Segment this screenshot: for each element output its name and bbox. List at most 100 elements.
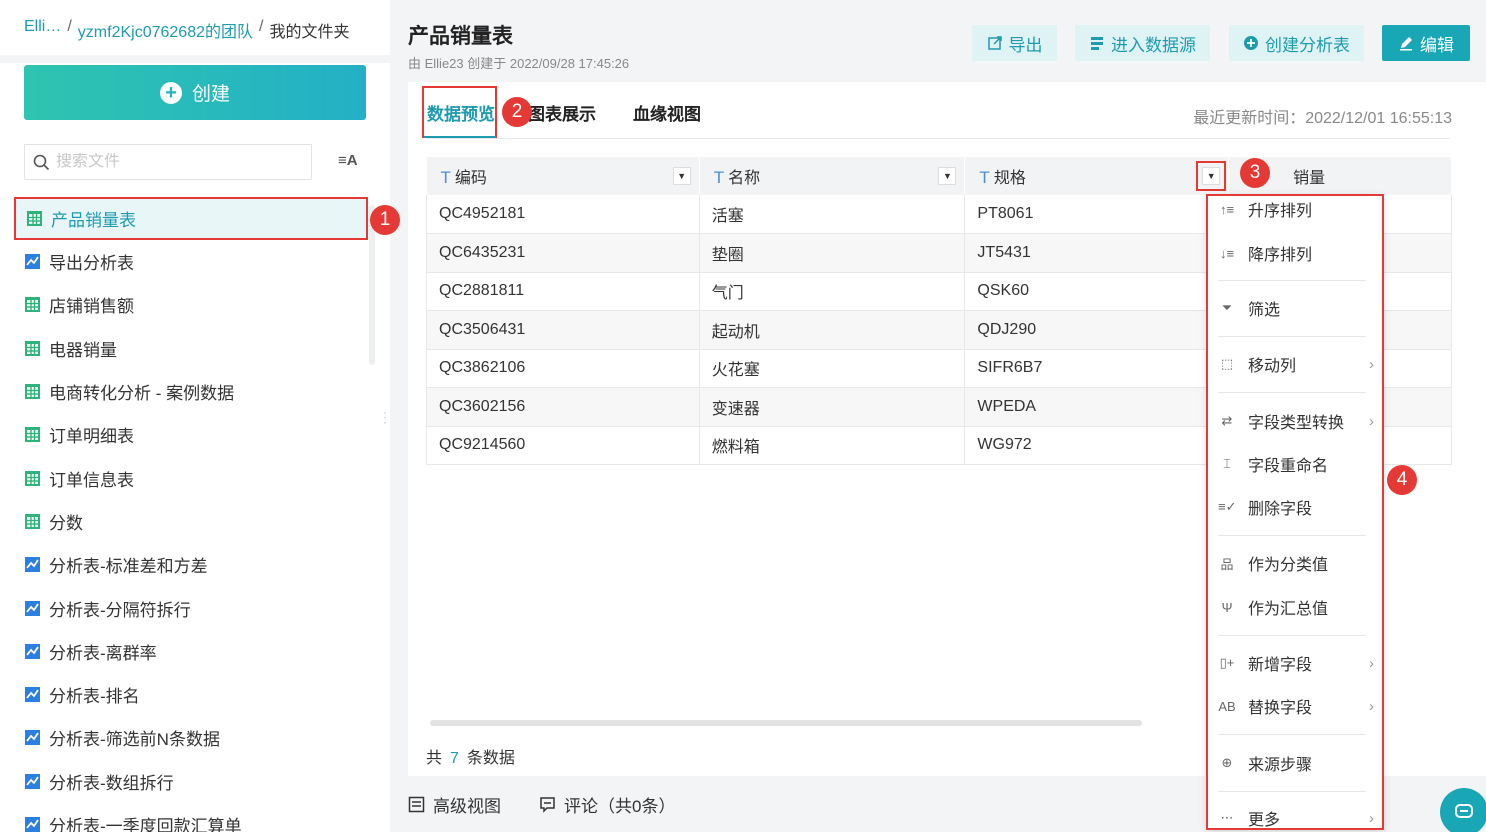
table-cell[interactable]: JT5431	[964, 233, 1230, 273]
column-header[interactable]: T 名称 ▼	[699, 157, 966, 195]
menu-item-more[interactable]: ⋯ 更多 ›	[1218, 803, 1378, 832]
table-cell[interactable]: QSK60	[964, 272, 1230, 311]
table-cell[interactable]: 变速器	[699, 387, 966, 427]
column-header[interactable]: T 规格 ▼	[964, 157, 1230, 195]
advanced-view-button[interactable]: 高级视图	[408, 792, 501, 817]
divider	[0, 55, 390, 63]
table-cell[interactable]: QC3862106	[426, 349, 700, 388]
file-item[interactable]: 分析表-数组拆行	[14, 760, 368, 803]
plus-icon: +	[159, 81, 182, 104]
table-cell[interactable]: QC3506431	[426, 310, 700, 350]
menu-item-label: 移动列	[1248, 358, 1297, 375]
export-button[interactable]: 导出	[972, 25, 1057, 61]
search-input[interactable]	[56, 153, 296, 171]
file-item[interactable]: 分数	[14, 500, 368, 543]
menu-item-sort-asc[interactable]: ↑≡ 升序排列	[1218, 194, 1378, 224]
file-item[interactable]: 分析表-排名	[14, 673, 368, 716]
column-dropdown-button[interactable]: ▼	[1196, 161, 1227, 191]
create-analysis-button[interactable]: 创建分析表	[1229, 25, 1364, 61]
sort-icon[interactable]: ≡A	[338, 152, 358, 169]
file-item[interactable]: 电商转化分析 - 案例数据	[14, 370, 368, 413]
file-item-label: 分析表-筛选前N条数据	[49, 730, 220, 750]
menu-item-delete-field[interactable]: ≡✓ 删除字段	[1218, 492, 1378, 522]
menu-item-as-category[interactable]: 品作为分类值	[1218, 548, 1378, 578]
table-cell[interactable]: PT8061	[964, 195, 1230, 234]
menu-divider	[1218, 635, 1366, 636]
menu-item-source-step[interactable]: ⊕ 来源步骤	[1218, 748, 1378, 778]
table-cell[interactable]: 起动机	[699, 310, 966, 350]
menu-item-label: 删除字段	[1248, 501, 1313, 518]
breadcrumb-root[interactable]: Elli…	[24, 18, 61, 42]
resize-handle-icon[interactable]: · · ·	[383, 406, 387, 428]
chart-icon	[24, 773, 41, 790]
menu-item-rename-field[interactable]: ⌶ 字段重命名	[1218, 449, 1378, 479]
table-cell[interactable]: WG972	[964, 426, 1230, 465]
table-cell[interactable]: QC6435231	[426, 233, 700, 273]
table-cell[interactable]: WPEDA	[964, 387, 1230, 427]
create-label: 创建	[191, 84, 230, 105]
file-item[interactable]: 产品销量表	[14, 197, 368, 240]
file-item[interactable]: 分析表-标准差和方差	[14, 543, 368, 586]
menu-item-as-summary[interactable]: Ψ 作为汇总值	[1218, 592, 1378, 622]
tab-chart-display[interactable]: 图表展示	[528, 100, 596, 125]
menu-item-replace-field[interactable]: AB 替换字段 ›	[1218, 691, 1378, 721]
file-item-label: 订单信息表	[49, 470, 134, 490]
column-dropdown-button[interactable]: ▼	[938, 167, 957, 185]
table-cell[interactable]: 垫圈	[699, 233, 966, 273]
chat-icon	[1455, 804, 1473, 818]
table-cell[interactable]: QC9214560	[426, 426, 700, 465]
shuffle-icon: ⇄	[1221, 413, 1233, 428]
file-item[interactable]: 店铺销售额	[14, 283, 368, 326]
file-item[interactable]: 导出分析表	[14, 240, 368, 283]
table-cell[interactable]: QC4952181	[426, 195, 700, 234]
chart-icon	[24, 643, 41, 660]
file-item-label: 电器销量	[49, 340, 117, 360]
record-count-suffix: 条数据	[466, 750, 515, 767]
comments-button[interactable]: 评论（共0条）	[539, 792, 675, 817]
horizontal-scrollbar[interactable]	[430, 720, 1142, 726]
column-header[interactable]: T 编码 ▼	[426, 157, 700, 195]
table-cell[interactable]: QDJ290	[964, 310, 1230, 350]
create-button[interactable]: + 创建	[24, 65, 366, 120]
breadcrumb-team[interactable]: yzmf2Kjc0762682的团队	[78, 18, 253, 42]
table-cell[interactable]: 燃料箱	[699, 426, 966, 465]
table-cell[interactable]: QC3602156	[426, 387, 700, 427]
table-cell[interactable]: QC2881811	[426, 272, 700, 311]
file-item[interactable]: 分析表-分隔符拆行	[14, 586, 368, 629]
menu-item-sort-desc[interactable]: ↓≡ 降序排列	[1218, 238, 1378, 268]
column-header-label: 编码	[454, 170, 487, 187]
annotation-badge: 4	[1387, 465, 1417, 495]
chat-support-button[interactable]	[1440, 788, 1486, 832]
replace-icon: AB	[1218, 698, 1236, 714]
menu-item-type-convert[interactable]: ⇄ 字段类型转换 ›	[1218, 406, 1378, 436]
table-cell[interactable]: 活塞	[699, 195, 966, 234]
enter-datasource-button[interactable]: 进入数据源	[1075, 25, 1210, 61]
file-item[interactable]: 订单信息表	[14, 456, 368, 499]
table-cell[interactable]: 火花塞	[699, 349, 966, 388]
menu-item-move-column[interactable]: ⬚ 移动列 ›	[1218, 349, 1378, 379]
menu-item-add-field[interactable]: ▯+ 新增字段 ›	[1218, 648, 1378, 678]
table-cell[interactable]: 气门	[699, 272, 966, 311]
menu-item-filter[interactable]: ⏷ 筛选	[1218, 293, 1378, 323]
table-cell[interactable]: SIFR6B7	[964, 349, 1230, 388]
comments-label: 评论（共0条）	[564, 797, 676, 816]
file-item[interactable]: 分析表-一季度回款汇算单	[14, 803, 368, 832]
file-item[interactable]: 电器销量	[14, 327, 368, 370]
breadcrumb: Elli… / yzmf2Kjc0762682的团队 / 我的文件夹	[24, 18, 349, 42]
tab-lineage-view[interactable]: 血缘视图	[633, 100, 701, 125]
search-icon	[33, 154, 50, 170]
advanced-view-icon	[408, 796, 425, 813]
tab-data-preview[interactable]: 数据预览	[427, 100, 495, 125]
hierarchy-icon: 品	[1220, 556, 1234, 572]
text-type-icon: T	[979, 168, 990, 187]
file-item-label: 分析表-一季度回款汇算单	[49, 817, 242, 832]
page-title: 产品销量表	[408, 25, 513, 48]
file-item[interactable]: 分析表-离群率	[14, 630, 368, 673]
table-icon	[26, 210, 43, 227]
column-dropdown-button[interactable]: ▼	[672, 167, 691, 185]
edit-button[interactable]: 编辑	[1382, 25, 1470, 61]
file-item[interactable]: 订单明细表	[14, 413, 368, 456]
move-column-icon: ⬚	[1220, 356, 1234, 371]
file-item[interactable]: 分析表-筛选前N条数据	[14, 716, 368, 759]
menu-divider	[1218, 734, 1366, 735]
